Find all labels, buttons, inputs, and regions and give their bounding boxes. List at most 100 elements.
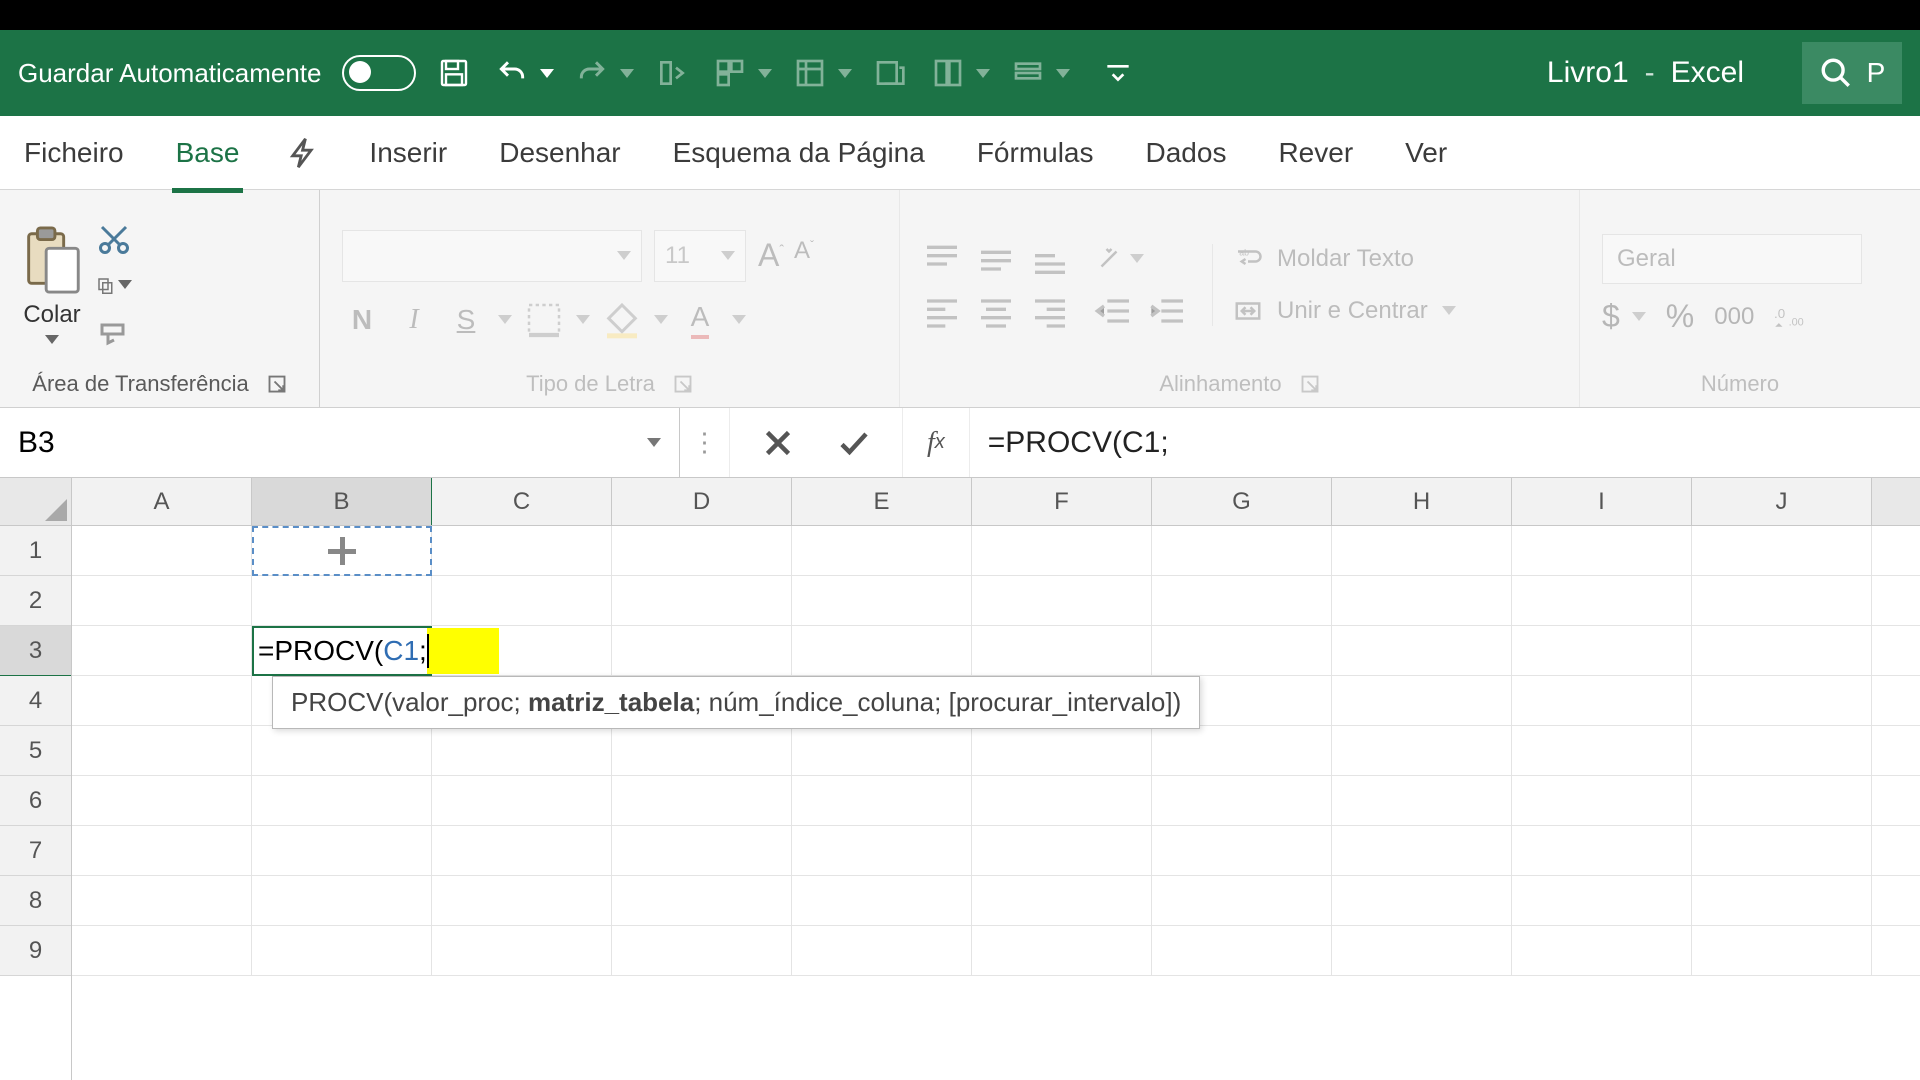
search-button[interactable]: P [1802, 42, 1902, 104]
name-box[interactable]: B3 [0, 408, 680, 477]
font-name-select[interactable] [342, 230, 642, 282]
font-size-select[interactable]: 11 [654, 230, 746, 282]
currency-button[interactable]: $ [1602, 298, 1646, 335]
tooltip-arg2[interactable]: matriz_tabela [528, 687, 694, 717]
format-painter-icon[interactable] [96, 313, 132, 349]
row-header[interactable]: 2 [0, 576, 71, 626]
col-header[interactable]: I [1512, 478, 1692, 525]
chevron-down-icon[interactable] [976, 69, 990, 78]
toggle-switch[interactable] [342, 55, 416, 91]
row-header[interactable]: 3 [0, 626, 71, 676]
chevron-down-icon[interactable] [732, 315, 746, 324]
qat-icon-4[interactable] [928, 53, 990, 93]
col-header[interactable]: D [612, 478, 792, 525]
col-header[interactable]: G [1152, 478, 1332, 525]
orientation-button[interactable] [1094, 242, 1144, 276]
row-header[interactable]: 7 [0, 826, 71, 876]
cells-area[interactable]: =PROCV(C1; PROCV(valor_proc; matriz_tabe… [72, 526, 1920, 976]
bold-button[interactable]: N [342, 300, 382, 340]
select-all-corner[interactable] [0, 478, 71, 526]
align-right-icon[interactable] [1030, 294, 1070, 328]
redo-icon[interactable] [572, 53, 612, 93]
chevron-down-icon[interactable] [758, 69, 772, 78]
autosave-toggle[interactable]: Guardar Automaticamente [18, 55, 416, 91]
paste-button[interactable]: Colar [22, 225, 82, 344]
customize-qat-icon[interactable] [1098, 53, 1138, 93]
undo-group[interactable] [492, 53, 554, 93]
row-header[interactable]: 4 [0, 676, 71, 726]
qat-icon-5[interactable] [1008, 53, 1070, 93]
align-center-icon[interactable] [976, 294, 1016, 328]
italic-button[interactable]: I [394, 300, 434, 340]
col-header[interactable]: E [792, 478, 972, 525]
chevron-down-icon[interactable] [647, 438, 661, 447]
shrink-font-icon[interactable]: Aˇ [794, 237, 814, 274]
qat-icon-1[interactable] [710, 53, 772, 93]
col-header[interactable]: H [1332, 478, 1512, 525]
align-bottom-icon[interactable] [1030, 242, 1070, 276]
tooltip-arg3[interactable]: núm_índice_coluna [709, 687, 935, 717]
chevron-down-icon[interactable] [1056, 69, 1070, 78]
col-header[interactable]: B [252, 478, 432, 525]
dialog-launcher-icon[interactable] [1300, 374, 1320, 394]
copy-icon[interactable] [96, 267, 132, 303]
chevron-down-icon[interactable] [540, 69, 554, 78]
increase-decimal-button[interactable]: .0.00 [1774, 303, 1808, 331]
active-cell-b3[interactable]: =PROCV(C1; [252, 626, 432, 676]
borders-button[interactable] [524, 300, 564, 340]
chevron-down-icon[interactable] [620, 69, 634, 78]
row-header[interactable]: 5 [0, 726, 71, 776]
chevron-down-icon[interactable] [45, 335, 59, 344]
chevron-down-icon[interactable] [838, 69, 852, 78]
align-top-icon[interactable] [922, 242, 962, 276]
qat-icon-2[interactable] [790, 53, 852, 93]
dialog-launcher-icon[interactable] [673, 374, 693, 394]
touch-icon[interactable] [652, 53, 692, 93]
cancel-icon[interactable] [760, 425, 796, 461]
row-header[interactable]: 1 [0, 526, 71, 576]
col-header[interactable]: J [1692, 478, 1872, 525]
qat-icon-3[interactable] [870, 53, 910, 93]
tab-review[interactable]: Rever [1274, 131, 1357, 175]
referenced-cell-c1[interactable] [252, 526, 432, 576]
grow-font-icon[interactable]: Aˆ [758, 237, 784, 274]
redo-group[interactable] [572, 53, 634, 93]
tab-formulas[interactable]: Fórmulas [973, 131, 1098, 175]
save-icon[interactable] [434, 53, 474, 93]
number-format-select[interactable]: Geral [1602, 234, 1862, 284]
fill-color-button[interactable] [602, 300, 642, 340]
dialog-launcher-icon[interactable] [267, 374, 287, 394]
merge-center-button[interactable]: Unir e Centrar [1233, 296, 1456, 326]
thousands-button[interactable]: 000 [1714, 303, 1754, 331]
align-middle-icon[interactable] [976, 242, 1016, 276]
formula-bar-dots[interactable]: ⋮ [680, 408, 730, 477]
bolt-icon[interactable] [287, 136, 321, 170]
row-header[interactable]: 8 [0, 876, 71, 926]
enter-icon[interactable] [836, 425, 872, 461]
tooltip-fn[interactable]: PROCV [291, 687, 383, 717]
col-header[interactable]: F [972, 478, 1152, 525]
row-header[interactable]: 9 [0, 926, 71, 976]
chevron-down-icon[interactable] [654, 315, 668, 324]
align-left-icon[interactable] [922, 294, 962, 328]
dec-indent-icon[interactable] [1094, 294, 1134, 328]
tab-draw[interactable]: Desenhar [495, 131, 624, 175]
spreadsheet-grid[interactable]: 1 2 3 4 5 6 7 8 9 A B C D E F G H I J [0, 478, 1920, 1080]
cut-icon[interactable] [96, 221, 132, 257]
chevron-down-icon[interactable] [118, 280, 132, 289]
chevron-down-icon[interactable] [576, 315, 590, 324]
undo-icon[interactable] [492, 53, 532, 93]
tooltip-arg4[interactable]: [procurar_intervalo] [949, 687, 1173, 717]
tooltip-arg1[interactable]: valor_proc [392, 687, 513, 717]
tab-insert[interactable]: Inserir [365, 131, 451, 175]
chevron-down-icon[interactable] [498, 315, 512, 324]
percent-button[interactable]: % [1666, 298, 1694, 335]
chevron-down-icon[interactable] [1442, 306, 1456, 315]
col-header[interactable]: A [72, 478, 252, 525]
font-color-button[interactable]: A [680, 300, 720, 340]
row-header[interactable]: 6 [0, 776, 71, 826]
fx-icon[interactable]: fx [903, 408, 970, 477]
tab-page-layout[interactable]: Esquema da Página [669, 131, 929, 175]
tab-view[interactable]: Ver [1401, 131, 1451, 175]
col-header[interactable]: C [432, 478, 612, 525]
